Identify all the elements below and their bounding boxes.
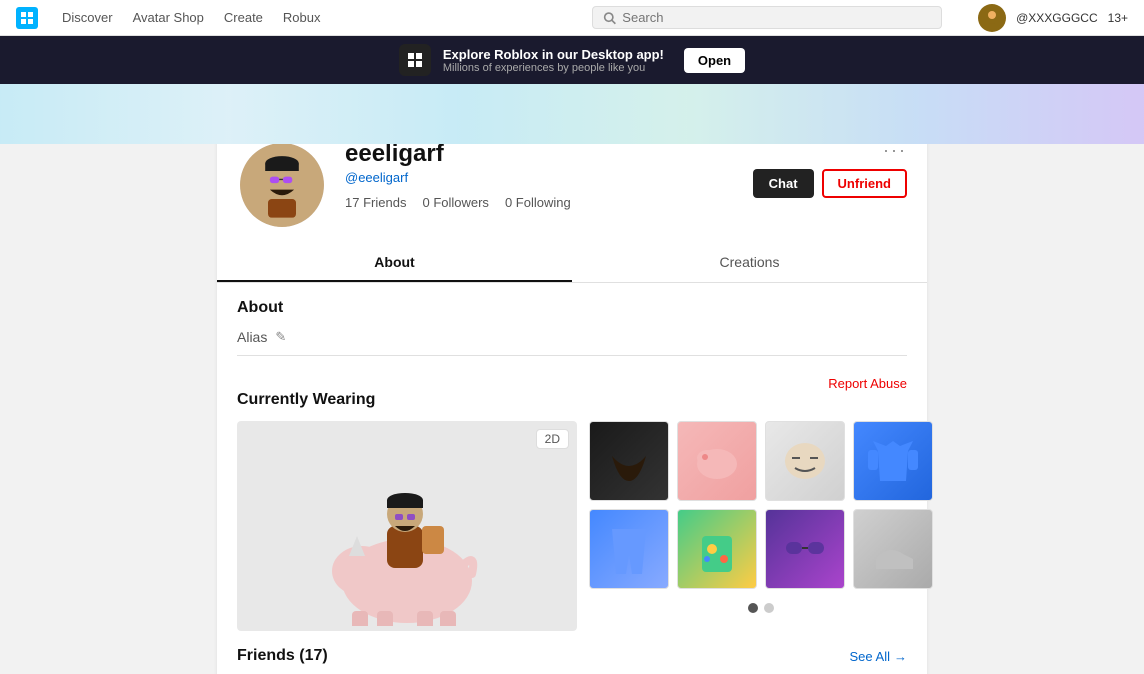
banner-subtitle: Millions of experiences by people like y… xyxy=(443,62,664,74)
friends-stat[interactable]: 17 Friends xyxy=(345,195,406,210)
friends-title: Friends (17) xyxy=(237,647,328,665)
user-avatar-icon[interactable] xyxy=(978,4,1006,32)
wearing-content: 2D xyxy=(237,421,907,631)
tab-creations[interactable]: Creations xyxy=(572,244,927,282)
item-pig[interactable] xyxy=(677,421,757,501)
items-row-1 xyxy=(589,421,933,501)
more-options-button[interactable]: ··· xyxy=(883,144,907,161)
main-content: eeeligarf @eeeligarf 17 Friends 0 Follow… xyxy=(0,144,1144,674)
about-title: About xyxy=(237,299,907,317)
search-input[interactable] xyxy=(622,10,931,25)
items-row-2 xyxy=(589,509,933,589)
arrow-right-icon: → xyxy=(894,649,907,664)
item-pants[interactable] xyxy=(589,509,669,589)
wearing-title: Currently Wearing xyxy=(237,391,907,409)
username-display: @XXXGGGCC xyxy=(1016,11,1098,25)
profile-avatar xyxy=(237,144,327,230)
roblox-logo[interactable] xyxy=(16,7,38,29)
profile-background xyxy=(0,84,1144,144)
friends-section: Friends (17) See All → xyxy=(217,647,927,674)
tab-about[interactable]: About xyxy=(217,244,572,282)
avatar-3d-preview: 2D xyxy=(237,421,577,631)
nav-user-area: @XXXGGGCC 13+ xyxy=(978,4,1128,32)
item-bag[interactable] xyxy=(677,509,757,589)
item-shoe[interactable] xyxy=(853,509,933,589)
nav-robux[interactable]: Robux xyxy=(283,10,321,25)
dot-2[interactable] xyxy=(764,603,774,613)
alias-label: Alias xyxy=(237,329,267,345)
banner-app-icon xyxy=(399,44,431,76)
item-glasses[interactable] xyxy=(765,509,845,589)
edit-alias-icon[interactable]: ✎ xyxy=(275,329,286,345)
dot-1[interactable] xyxy=(748,603,758,613)
item-beard[interactable] xyxy=(589,421,669,501)
toggle-2d-button[interactable]: 2D xyxy=(536,429,569,449)
item-face[interactable] xyxy=(765,421,845,501)
alias-row: Alias ✎ xyxy=(237,329,907,356)
chat-button[interactable]: Chat xyxy=(753,169,814,198)
nav-create[interactable]: Create xyxy=(224,10,263,25)
top-navigation: Discover Avatar Shop Create Robux @XXXGG… xyxy=(0,0,1144,36)
main-scroll-area[interactable]: eeeligarf @eeeligarf 17 Friends 0 Follow… xyxy=(0,144,1144,674)
nav-discover[interactable]: Discover xyxy=(62,10,113,25)
report-abuse-link[interactable]: Report Abuse xyxy=(217,376,927,391)
search-icon xyxy=(603,11,616,25)
banner-open-button[interactable]: Open xyxy=(684,48,745,73)
nav-avatar-shop[interactable]: Avatar Shop xyxy=(133,10,204,25)
following-stat[interactable]: 0 Following xyxy=(505,195,571,210)
followers-stat[interactable]: 0 Followers xyxy=(422,195,488,210)
profile-tabs: About Creations xyxy=(217,244,927,283)
item-shirt[interactable] xyxy=(853,421,933,501)
profile-card: eeeligarf @eeeligarf 17 Friends 0 Follow… xyxy=(217,144,927,674)
search-bar[interactable] xyxy=(592,6,942,29)
unfriend-button[interactable]: Unfriend xyxy=(822,169,907,198)
nav-links: Discover Avatar Shop Create Robux xyxy=(62,10,321,25)
currently-wearing-section: Currently Wearing xyxy=(217,391,927,647)
app-banner: Explore Roblox in our Desktop app! Milli… xyxy=(0,36,1144,84)
carousel-dots xyxy=(589,603,933,613)
about-section: About Alias ✎ xyxy=(217,283,927,372)
banner-title: Explore Roblox in our Desktop app! xyxy=(443,47,664,62)
items-grid xyxy=(589,421,933,631)
friends-header: Friends (17) See All → xyxy=(237,647,907,665)
age-rating: 13+ xyxy=(1108,11,1128,25)
see-all-friends-link[interactable]: See All → xyxy=(850,649,907,664)
profile-header: eeeligarf @eeeligarf 17 Friends 0 Follow… xyxy=(217,144,927,230)
banner-text: Explore Roblox in our Desktop app! Milli… xyxy=(443,47,664,74)
